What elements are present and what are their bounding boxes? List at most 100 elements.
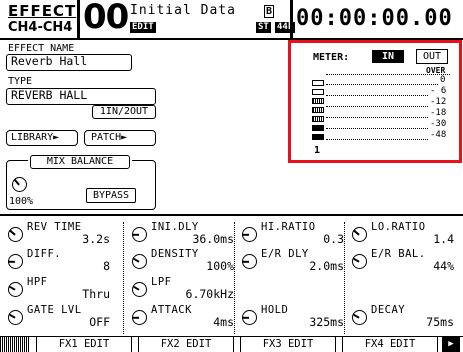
param-knob-density[interactable] (132, 254, 147, 269)
param-value-hpf: Thru (82, 287, 110, 301)
arrow-right-icon: ► (121, 132, 128, 143)
meter-scale-30: -30 (430, 119, 447, 129)
params-top-rule (0, 214, 463, 216)
param-knob-lo-ratio[interactable] (352, 227, 367, 242)
param-value-diff: 8 (103, 259, 110, 273)
meter-grid-0 (326, 84, 438, 85)
param-value-gate-lvl: OFF (89, 315, 110, 329)
meter-grid-18 (326, 117, 428, 118)
meter-grid-30 (326, 128, 428, 129)
meter-scale-18: -18 (430, 108, 447, 118)
type-field[interactable]: REVERB HALL (6, 88, 156, 105)
io-config-badge: 1IN/2OUT (92, 105, 156, 119)
param-divider-2 (234, 222, 235, 334)
next-page-icon[interactable]: ▶ (442, 337, 460, 352)
patch-button[interactable]: PATCH► (84, 130, 156, 146)
header-channel: CH4-CH4 (8, 20, 73, 35)
mix-balance-value: 100% (9, 196, 34, 207)
param-name-lpf: LPF (151, 276, 172, 288)
param-name-density: DENSITY (151, 248, 199, 260)
meter-segment (312, 107, 324, 113)
scene-number: 00 (83, 0, 129, 37)
param-value-rev-time: 3.2s (82, 232, 110, 246)
param-knob-hpf[interactable] (8, 282, 23, 297)
library-button[interactable]: LIBRARY► (6, 130, 78, 146)
param-knob-lpf[interactable] (132, 282, 147, 297)
param-name-hpf: HPF (27, 276, 48, 288)
tab-fx1-edit[interactable]: FX1 EDIT (36, 337, 132, 352)
param-value-density: 100% (206, 259, 234, 273)
meter-grid-48 (326, 139, 428, 140)
param-name-rev-time: REV TIME (27, 221, 82, 233)
param-knob-gate-lvl[interactable] (8, 310, 23, 325)
meter-out-button[interactable]: OUT (416, 49, 448, 64)
meter-scale-6: - 6 (430, 86, 447, 96)
type-label: TYPE (8, 76, 33, 87)
mix-balance-label: MIX BALANCE (30, 155, 130, 169)
param-name-lo-ratio: LO.RATIO (371, 221, 426, 233)
tab-bar-start (0, 337, 30, 352)
param-knob-diff[interactable] (8, 254, 23, 269)
meter-channel-number: 1 (314, 145, 321, 156)
param-name-e-r-bal: E/R BAL. (371, 248, 426, 260)
meter-scale-0: 0 (440, 75, 446, 85)
arrow-right-icon: ► (53, 132, 60, 143)
param-name-hi-ratio: HI.RATIO (261, 221, 316, 233)
header-divider-2 (290, 0, 293, 38)
param-knob-decay[interactable] (352, 310, 367, 325)
param-knob-hold[interactable] (242, 310, 257, 325)
param-knob-rev-time[interactable] (8, 227, 23, 242)
tab-fx3-edit[interactable]: FX3 EDIT (240, 337, 336, 352)
param-divider-1 (123, 222, 124, 334)
param-value-lo-ratio: 1.4 (433, 232, 454, 246)
header-divider-1 (77, 0, 80, 38)
meter-bar-ch1 (312, 80, 324, 144)
param-knob-ini-dly[interactable] (132, 227, 147, 242)
param-value-hi-ratio: 0.3 (323, 232, 344, 246)
tab-fx4-edit[interactable]: FX4 EDIT (342, 337, 438, 352)
meter-segment (312, 98, 324, 104)
param-name-hold: HOLD (261, 304, 289, 316)
param-name-decay: DECAY (371, 304, 406, 316)
header-title: EFFECT (8, 2, 77, 20)
param-value-e-r-bal: 44% (433, 259, 454, 273)
meter-segment (312, 80, 324, 86)
param-knob-e-r-dly[interactable] (242, 254, 257, 269)
param-knob-attack[interactable] (132, 310, 147, 325)
param-value-hold: 325ms (309, 315, 344, 329)
effect-name-label: EFFECT NAME (8, 43, 75, 54)
mix-balance-knob[interactable] (12, 177, 27, 192)
param-name-attack: ATTACK (151, 304, 192, 316)
meter-segment (312, 89, 324, 95)
param-name-gate-lvl: GATE LVL (27, 304, 82, 316)
param-name-e-r-dly: E/R DLY (261, 248, 309, 260)
effect-name-field[interactable]: Reverb Hall (6, 54, 132, 71)
meter-segment (312, 125, 324, 131)
param-value-lpf: 6.70kHz (185, 287, 234, 301)
param-knob-e-r-bal[interactable] (352, 254, 367, 269)
meter-grid-6 (326, 95, 428, 96)
meter-label: METER: (313, 52, 350, 63)
meter-scale-48: -48 (430, 130, 447, 140)
param-value-decay: 75ms (426, 315, 454, 329)
param-name-diff: DIFF. (27, 248, 62, 260)
bypass-button[interactable]: BYPASS (86, 188, 136, 203)
timecode: 00:00:00.00 (296, 6, 453, 31)
library-button-label: LIBRARY (11, 132, 54, 143)
meter-in-button[interactable]: IN (372, 50, 404, 63)
param-divider-3 (344, 222, 345, 334)
patch-button-label: PATCH (91, 132, 122, 143)
scene-title: Initial Data (130, 3, 236, 18)
param-value-attack: 4ms (213, 315, 234, 329)
meter-segment (312, 134, 324, 140)
meter-grid-12 (326, 106, 428, 107)
param-value-ini-dly: 36.0ms (192, 232, 234, 246)
tab-fx2-edit[interactable]: FX2 EDIT (138, 337, 234, 352)
meter-segment (312, 116, 324, 122)
param-knob-hi-ratio[interactable] (242, 227, 257, 242)
param-value-e-r-dly: 2.0ms (309, 259, 344, 273)
meter-scale-12: -12 (430, 97, 447, 107)
edit-badge: EDIT (130, 22, 156, 33)
lock-icon: B (264, 5, 275, 18)
status-badge-st: ST (256, 22, 271, 33)
